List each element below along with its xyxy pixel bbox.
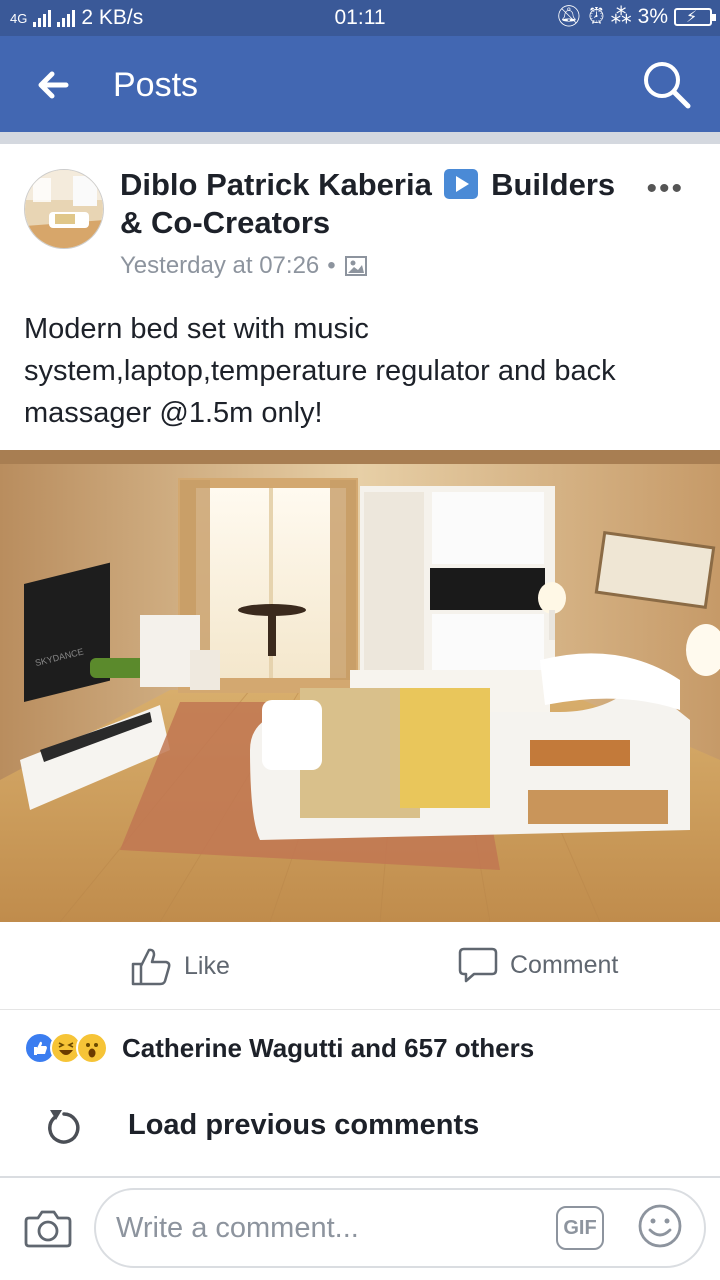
comment-label[interactable]: Comment <box>510 951 618 980</box>
post-card: Diblo Patrick Kaberia Builders & Co-Crea… <box>0 144 720 1176</box>
status-right: 🔕︎ ⏰︎ ⁂ 3% ⚡︎ <box>555 4 716 29</box>
post-meta: Yesterday at 07:26 • <box>120 252 368 280</box>
camera-button[interactable] <box>24 1208 72 1253</box>
author-avatar[interactable] <box>24 169 104 249</box>
smiley-icon <box>638 1204 682 1248</box>
status-bar: 4G 2 KB/s 01:11 🔕︎ ⏰︎ ⁂ 3% ⚡︎ <box>0 0 720 36</box>
like-button[interactable]: Like <box>130 946 230 986</box>
author-name[interactable]: Diblo Patrick Kaberia Builders & Co-Crea… <box>120 166 630 242</box>
comment-button[interactable]: Comment <box>458 946 618 984</box>
post-photo[interactable]: SKYDANCE <box>0 450 720 922</box>
photo-album-icon <box>344 256 367 276</box>
post-timestamp[interactable]: Yesterday at 07:26 <box>120 252 319 280</box>
arrow-left-icon <box>38 71 69 99</box>
emoji-button[interactable] <box>636 1202 684 1255</box>
load-previous-label[interactable]: Load previous comments <box>128 1109 479 1142</box>
post-text: Modern bed set with music system,laptop,… <box>24 313 616 429</box>
bell-off-icon: 🔕︎ <box>555 4 583 28</box>
app-header: Posts <box>0 36 720 132</box>
more-options-button[interactable]: ••• <box>646 172 684 206</box>
comment-composer: GIF <box>0 1178 720 1280</box>
search-button[interactable] <box>640 58 694 112</box>
post-actions: Like Comment <box>0 922 720 1010</box>
author-name-text[interactable]: Diblo Patrick Kaberia <box>120 167 432 202</box>
load-previous-comments[interactable]: Load previous comments <box>44 1104 479 1146</box>
page-title: Posts <box>113 66 199 104</box>
gif-button[interactable]: GIF <box>556 1206 604 1250</box>
like-label[interactable]: Like <box>184 952 230 981</box>
wow-reaction-icon <box>76 1032 108 1064</box>
reactions-summary[interactable]: Catherine Wagutti and 657 others <box>24 1032 534 1064</box>
back-button[interactable] <box>30 60 80 110</box>
header-divider <box>0 132 720 144</box>
camera-icon <box>24 1210 72 1248</box>
alarm-icon: ⏰︎ <box>588 4 605 28</box>
comment-bubble-icon <box>458 947 498 983</box>
reaction-summary-text[interactable]: Catherine Wagutti and 657 others <box>122 1033 534 1064</box>
battery-percent: 3% <box>637 4 668 28</box>
battery-icon: ⚡︎ <box>674 7 716 26</box>
meta-separator: • <box>327 252 336 279</box>
refresh-icon <box>48 1110 80 1144</box>
comment-input[interactable] <box>94 1188 706 1268</box>
bluetooth-icon: ⁂ <box>610 5 632 28</box>
thumbs-up-icon <box>131 948 171 986</box>
search-icon <box>644 62 691 109</box>
play-arrow-icon <box>444 169 479 199</box>
